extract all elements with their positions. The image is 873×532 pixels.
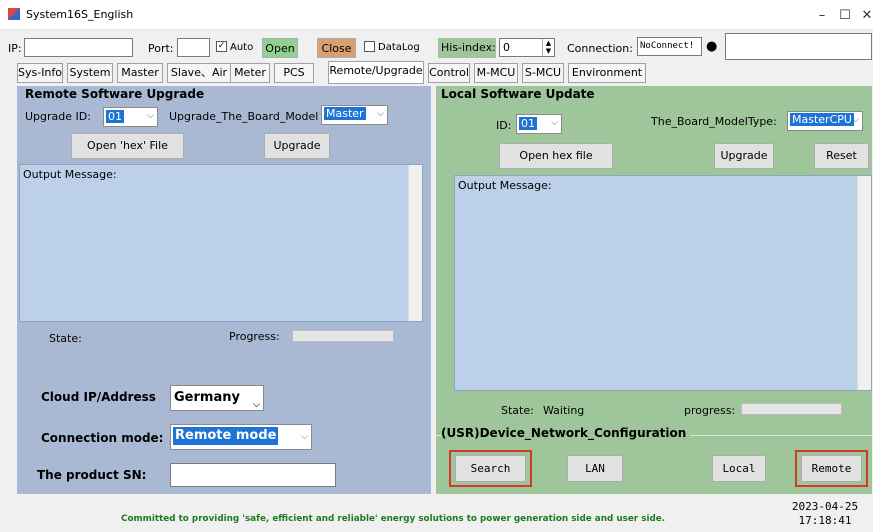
- local-output-scrollbar[interactable]: [857, 176, 871, 390]
- message-field: [725, 33, 872, 60]
- footer-date: 2023-04-25: [791, 500, 859, 513]
- maximize-icon[interactable]: ☐: [835, 8, 855, 24]
- auto-checkbox[interactable]: ✓: [216, 41, 227, 52]
- datalog-label: DataLog: [378, 42, 420, 53]
- chevron-down-icon: ⌵: [551, 118, 558, 128]
- board-type-select[interactable]: MasterCPU ⌵: [787, 111, 863, 131]
- cloud-ip-label: Cloud IP/Address: [41, 390, 156, 404]
- board-model-label: Upgrade_The_Board_Model: [169, 110, 319, 123]
- remote-upgrade-button[interactable]: Upgrade: [264, 133, 330, 159]
- local-output-label: Output Message:: [458, 179, 552, 192]
- upgrade-id-label: Upgrade ID:: [25, 110, 91, 123]
- auto-label: Auto: [230, 42, 254, 53]
- cloud-ip-value: Germany: [174, 390, 240, 405]
- local-id-label: ID:: [496, 119, 512, 132]
- datalog-checkbox[interactable]: [364, 41, 375, 52]
- app-icon: [8, 8, 20, 20]
- board-model-select[interactable]: Master ⌵: [321, 105, 388, 125]
- tab-m-mcu[interactable]: M-MCU: [474, 63, 518, 83]
- tab-remote-upgrade[interactable]: Remote/Upgrade: [328, 61, 424, 84]
- footer-time: 17:18:41: [798, 514, 852, 527]
- remote-progress-label: Progress:: [229, 330, 280, 343]
- chevron-down-icon: ⌵: [147, 111, 154, 121]
- tab-meter[interactable]: Meter: [230, 63, 270, 83]
- ip-label: IP:: [8, 42, 22, 55]
- port-input[interactable]: [177, 38, 210, 57]
- board-type-label: The_Board_ModelType:: [651, 115, 777, 128]
- remote-output-label: Output Message:: [23, 168, 117, 181]
- local-update-panel: Local Software Update ID: 01 ⌵ The_Board…: [436, 86, 872, 494]
- tab-master[interactable]: Master: [117, 63, 163, 83]
- search-button[interactable]: Search: [455, 455, 526, 482]
- tab-sys-info[interactable]: Sys-Info: [17, 63, 63, 83]
- tab-slave-air[interactable]: Slave、Air: [167, 63, 231, 83]
- window-title: System16S_English: [26, 8, 134, 21]
- local-output-textarea[interactable]: Output Message:: [454, 175, 872, 391]
- local-update-title: Local Software Update: [441, 87, 595, 101]
- local-id-value: 01: [519, 117, 537, 130]
- tab-s-mcu[interactable]: S-MCU: [522, 63, 564, 83]
- network-config-title: (USR)Device_Network_Configuration: [441, 426, 691, 440]
- connection-mode-value: Remote mode: [173, 427, 279, 445]
- local-id-select[interactable]: 01 ⌵: [516, 114, 562, 134]
- close-icon[interactable]: ✕: [857, 8, 873, 24]
- connection-mode-select[interactable]: Remote mode ⌵: [170, 424, 312, 450]
- board-model-value: Master: [324, 107, 366, 120]
- remote-state-label: State:: [49, 332, 82, 345]
- his-index-spinner-icon[interactable]: ▲ ▼: [542, 39, 554, 56]
- chevron-down-icon: ⌵: [301, 432, 308, 442]
- connection-label: Connection:: [567, 42, 633, 55]
- local-button[interactable]: Local: [712, 455, 766, 482]
- remote-upgrade-panel: Remote Software Upgrade Upgrade ID: 01 ⌵…: [17, 86, 431, 494]
- local-progress-label: progress:: [684, 404, 736, 417]
- product-sn-input[interactable]: [170, 463, 336, 487]
- ip-input[interactable]: [24, 38, 133, 57]
- tab-system[interactable]: System: [67, 63, 113, 83]
- local-progress-bar: [741, 403, 842, 415]
- tab-pcs[interactable]: PCS: [274, 63, 314, 83]
- upgrade-id-value: 01: [106, 110, 124, 123]
- reset-button[interactable]: Reset: [814, 143, 869, 169]
- remote-output-textarea[interactable]: Output Message:: [19, 164, 423, 322]
- cloud-ip-select[interactable]: Germany ⌵: [170, 385, 264, 411]
- lan-button[interactable]: LAN: [567, 455, 623, 482]
- local-state-label: State:: [501, 404, 534, 417]
- open-button[interactable]: Open: [262, 38, 298, 58]
- board-type-value: MasterCPU: [790, 113, 854, 126]
- remote-button[interactable]: Remote: [801, 455, 862, 482]
- connection-mode-label: Connection mode:: [41, 431, 164, 445]
- remote-upgrade-title: Remote Software Upgrade: [25, 87, 205, 101]
- upgrade-id-select[interactable]: 01 ⌵: [103, 107, 158, 127]
- connection-status-field: NoConnect!: [637, 37, 702, 56]
- port-label: Port:: [148, 42, 174, 55]
- his-index-label: His-index:: [438, 38, 496, 58]
- chevron-down-icon: ⌵: [377, 109, 384, 119]
- local-upgrade-button[interactable]: Upgrade: [714, 143, 774, 169]
- window-title-bar: System16S_English – ☐ ✕: [0, 0, 873, 30]
- open-hex-file-button[interactable]: Open 'hex' File: [71, 133, 184, 159]
- local-state-value: Waiting: [543, 404, 585, 417]
- minimize-icon[interactable]: –: [812, 8, 832, 24]
- remote-output-scrollbar[interactable]: [408, 165, 422, 321]
- chevron-down-icon: ⌵: [253, 400, 260, 410]
- chevron-down-icon: ⌵: [852, 115, 859, 125]
- connection-status-dot: ●: [706, 39, 718, 54]
- product-sn-label: The product SN:: [37, 468, 147, 482]
- tab-control[interactable]: Control: [428, 63, 470, 83]
- footer-slogan: Committed to providing 'safe, efficient …: [121, 514, 666, 524]
- open-hex-file-local-button[interactable]: Open hex file: [499, 143, 613, 169]
- remote-progress-bar: [292, 330, 394, 342]
- tab-environment[interactable]: Environment: [568, 63, 646, 83]
- close-button[interactable]: Close: [317, 38, 356, 58]
